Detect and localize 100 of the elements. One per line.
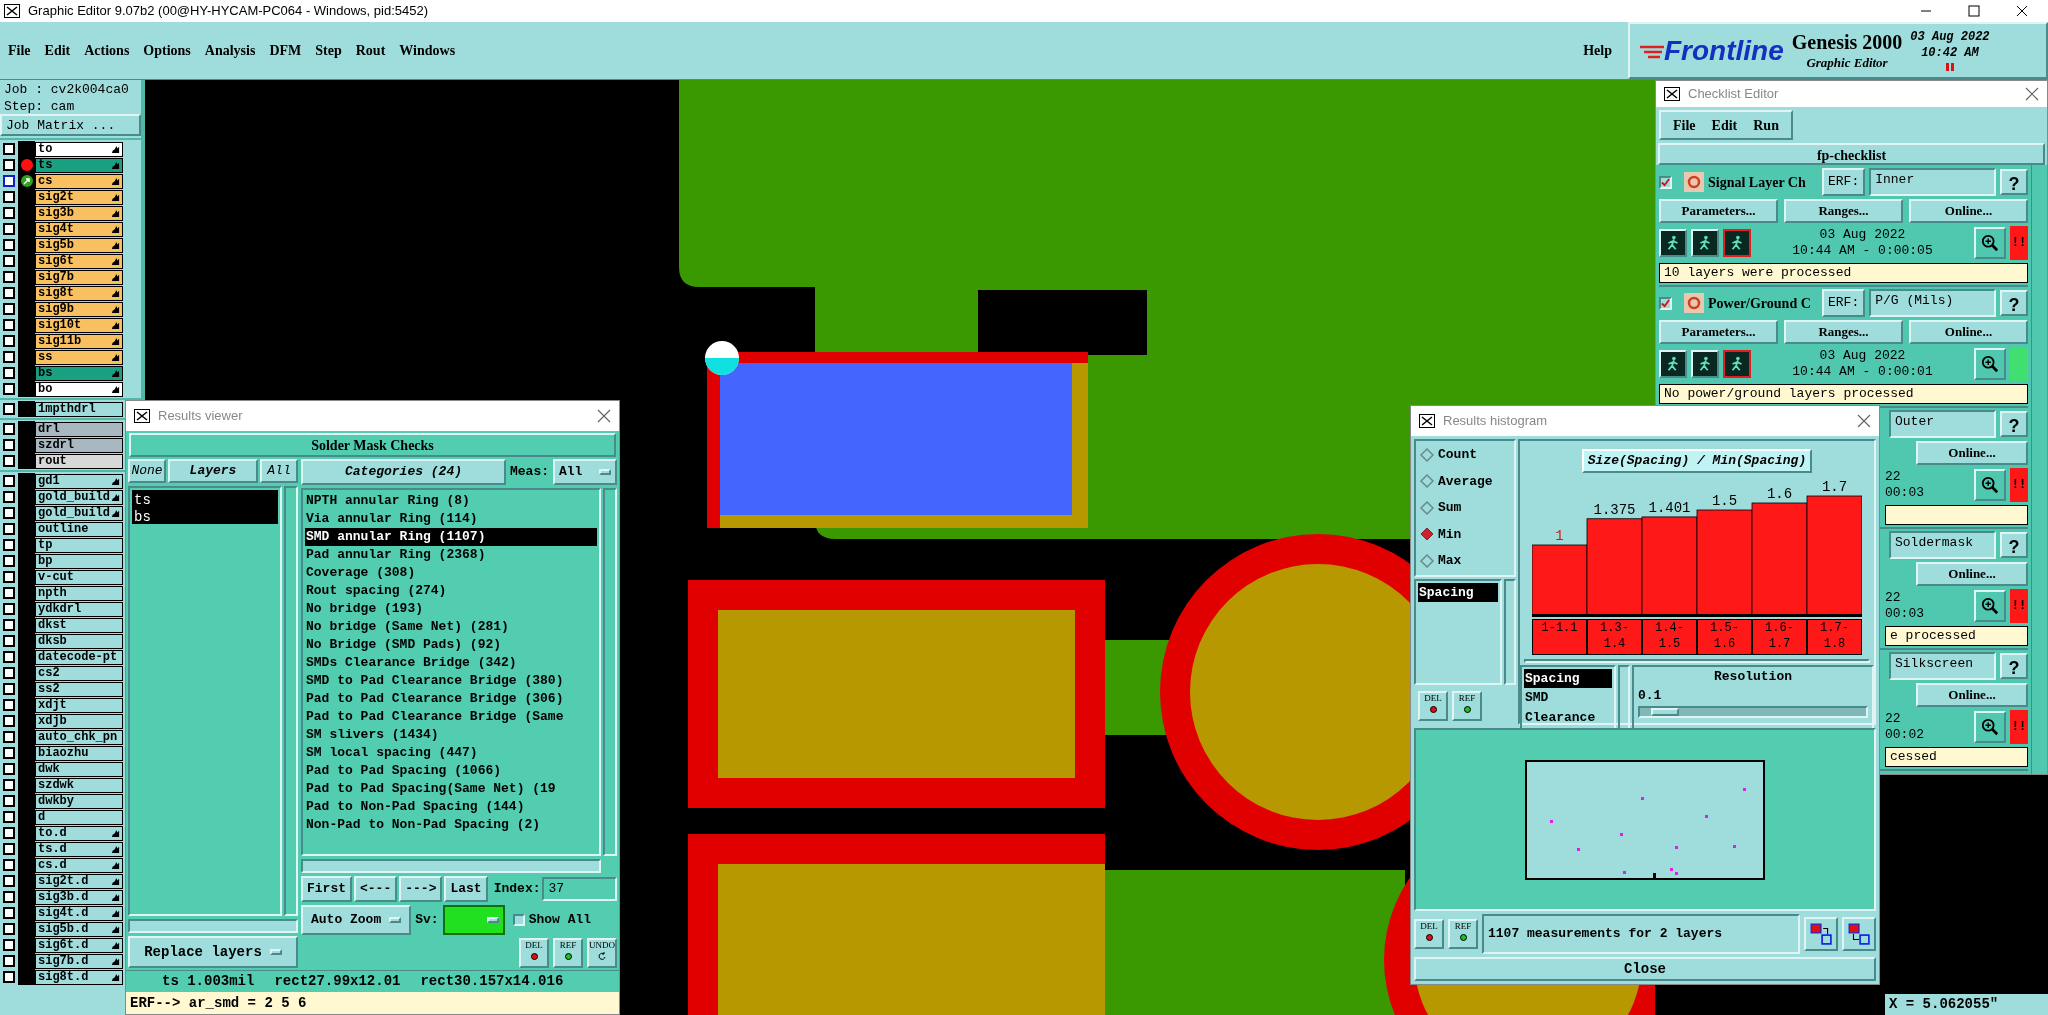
- layer-checkbox[interactable]: [3, 207, 15, 219]
- scrollbar[interactable]: [284, 486, 298, 916]
- auto-zoom-dropdown[interactable]: Auto Zoom: [301, 905, 412, 935]
- check-action-button[interactable]: Online...: [1916, 441, 2028, 465]
- scrollbar[interactable]: [2031, 165, 2047, 774]
- layer-checkbox[interactable]: [3, 423, 15, 435]
- layer-filter-button[interactable]: Layers: [168, 459, 258, 483]
- run-figure-button[interactable]: [1723, 350, 1751, 378]
- zoom-button[interactable]: [1974, 711, 2006, 743]
- layer-checkbox[interactable]: [3, 319, 15, 331]
- layer-list-item[interactable]: bs: [132, 507, 278, 524]
- category-item[interactable]: Coverage (308): [305, 564, 597, 582]
- layer-checkbox[interactable]: [3, 367, 15, 379]
- erf-field[interactable]: Outer: [1889, 410, 1996, 438]
- layer-checkbox[interactable]: [3, 287, 15, 299]
- layer-name[interactable]: cs2: [35, 665, 123, 681]
- radio-diamond[interactable]: [1420, 500, 1434, 515]
- layer-checkbox[interactable]: [3, 715, 15, 727]
- navigation-button[interactable]: Last: [444, 876, 488, 902]
- horizontal-scrollbar[interactable]: [301, 859, 601, 873]
- menu-item[interactable]: Step: [315, 40, 342, 61]
- layer-name[interactable]: szdwk: [35, 777, 123, 793]
- menu-item[interactable]: Analysis: [204, 40, 256, 61]
- layer-name[interactable]: sig8t.d: [35, 969, 123, 985]
- layer-checkbox[interactable]: [3, 403, 15, 415]
- layer-name[interactable]: datecode-pt: [35, 649, 123, 665]
- layer-checkbox[interactable]: [3, 191, 15, 203]
- erf-button[interactable]: ERF:: [1822, 168, 1866, 196]
- category-item[interactable]: Pad to Pad Spacing(Same Net) (19: [305, 780, 597, 798]
- layer-name[interactable]: sig6t.d: [35, 937, 123, 953]
- zoom-button[interactable]: [1974, 590, 2006, 622]
- layer-checkbox[interactable]: [3, 779, 15, 791]
- layer-checkbox[interactable]: [3, 923, 15, 935]
- layer-checkbox[interactable]: [3, 891, 15, 903]
- layer-checkbox[interactable]: [3, 843, 15, 855]
- layer-checkbox[interactable]: [3, 539, 15, 551]
- menu-item[interactable]: File: [8, 40, 31, 61]
- category-item[interactable]: Pad to Pad Clearance Bridge (Same: [305, 708, 597, 726]
- category-item[interactable]: No Bridge (SMD Pads) (92): [305, 636, 597, 654]
- category-item[interactable]: No bridge (193): [305, 600, 597, 618]
- type-list-item[interactable]: Spacing: [1524, 668, 1612, 688]
- maximize-icon[interactable]: [1968, 5, 1980, 17]
- layer-checkbox[interactable]: [3, 619, 15, 631]
- layer-name[interactable]: cs.d: [35, 857, 123, 873]
- layer-name[interactable]: ss2: [35, 681, 123, 697]
- measure-list-item[interactable]: Spacing: [1418, 582, 1498, 602]
- layer-name[interactable]: sig11b: [35, 333, 123, 349]
- layer-name[interactable]: gold_build: [35, 505, 123, 521]
- resolution-slider[interactable]: [1638, 705, 1868, 718]
- layer-checkbox[interactable]: [3, 651, 15, 663]
- category-item[interactable]: NPTH annular Ring (8): [305, 492, 597, 510]
- menu-item[interactable]: DFM: [269, 40, 302, 61]
- layer-name[interactable]: bo: [35, 381, 123, 397]
- layer-name[interactable]: sig7b.d: [35, 953, 123, 969]
- layer-name[interactable]: npth: [35, 585, 123, 601]
- category-item[interactable]: SMD to Pad Clearance Bridge (380): [305, 672, 597, 690]
- help-button[interactable]: ?: [2000, 411, 2028, 437]
- layer-checkbox[interactable]: [3, 875, 15, 887]
- layer-name[interactable]: xdjb: [35, 713, 123, 729]
- layer-name[interactable]: dwk: [35, 761, 123, 777]
- layer-name[interactable]: ydkdrl: [35, 601, 123, 617]
- menu-item[interactable]: Run: [1753, 114, 1779, 136]
- layer-name[interactable]: to: [35, 141, 123, 157]
- navigation-button[interactable]: First: [301, 876, 352, 902]
- layer-checkbox[interactable]: [3, 351, 15, 363]
- slider-thumb[interactable]: [1651, 707, 1680, 716]
- layer-checkbox[interactable]: [3, 667, 15, 679]
- layer-name[interactable]: to.d: [35, 825, 123, 841]
- layer-name[interactable]: sig5b: [35, 237, 123, 253]
- scrollbar[interactable]: [1504, 578, 1516, 685]
- layer-filter-button[interactable]: None: [128, 459, 166, 483]
- category-item[interactable]: Pad annular Ring (2368): [305, 546, 597, 564]
- radio-diamond[interactable]: [1420, 553, 1434, 568]
- layer-checkbox[interactable]: [3, 731, 15, 743]
- layer-checkbox[interactable]: [3, 683, 15, 695]
- layer-checkbox[interactable]: [3, 491, 15, 503]
- horizontal-scrollbar[interactable]: [1524, 658, 1870, 663]
- undo-button[interactable]: UNDO: [587, 938, 617, 968]
- layer-name[interactable]: ss: [35, 349, 123, 365]
- layer-checkbox[interactable]: [3, 507, 15, 519]
- help-button[interactable]: ?: [2000, 532, 2028, 558]
- check-action-button[interactable]: Online...: [1916, 562, 2028, 586]
- menu-item[interactable]: Windows: [399, 40, 456, 61]
- layer-filter-button[interactable]: All: [260, 459, 298, 483]
- layer-checkbox[interactable]: [3, 603, 15, 615]
- layer-name[interactable]: auto_chk_pn: [35, 729, 123, 745]
- layer-name[interactable]: rout: [35, 453, 123, 469]
- layer-name[interactable]: sig4t.d: [35, 905, 123, 921]
- layer-checkbox[interactable]: [3, 827, 15, 839]
- layer-list-item[interactable]: ts: [132, 490, 278, 507]
- layer-checkbox[interactable]: [3, 635, 15, 647]
- menu-item[interactable]: Edit: [1711, 114, 1738, 136]
- erf-field[interactable]: P/G (Mils): [1869, 289, 1996, 317]
- layer-checkbox[interactable]: [3, 143, 15, 155]
- layer-name[interactable]: biaozhu: [35, 745, 123, 761]
- meas-dropdown[interactable]: All: [553, 459, 617, 485]
- category-item[interactable]: Pad to Pad Spacing (1066): [305, 762, 597, 780]
- category-item[interactable]: Rout spacing (274): [305, 582, 597, 600]
- layer-checkbox[interactable]: [3, 475, 15, 487]
- navigation-button[interactable]: --->: [399, 876, 443, 902]
